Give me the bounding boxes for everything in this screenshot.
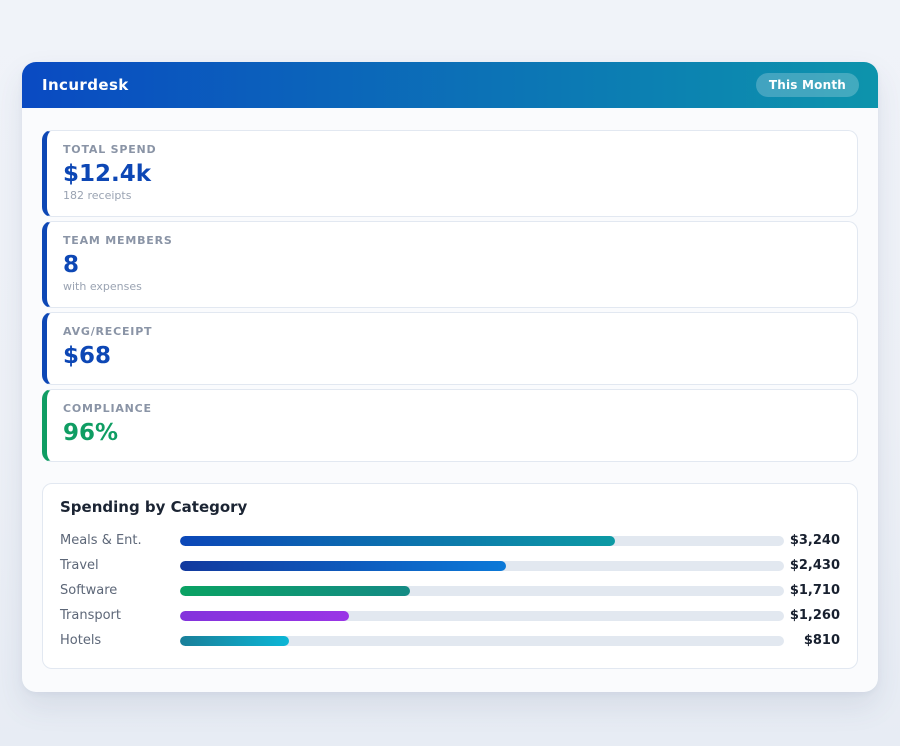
stat-card-total-spend: TOTAL SPEND $12.4k 182 receipts	[42, 130, 858, 217]
stat-label: TEAM MEMBERS	[63, 234, 841, 248]
bar-fill	[180, 636, 289, 646]
bar-value: $1,260	[784, 608, 840, 623]
bar-row-meals: Meals & Ent. $3,240	[60, 528, 840, 553]
dashboard-body: TOTAL SPEND $12.4k 182 receipts TEAM MEM…	[22, 108, 878, 692]
app-title: Incurdesk	[42, 76, 129, 94]
bar-track	[180, 586, 784, 596]
bar-fill	[180, 611, 349, 621]
bar-row-travel: Travel $2,430	[60, 553, 840, 578]
spending-by-category-card: Spending by Category Meals & Ent. $3,240…	[42, 483, 858, 669]
stat-card-compliance: COMPLIANCE 96%	[42, 389, 858, 462]
bar-value: $3,240	[784, 533, 840, 548]
stat-label: AVG/RECEIPT	[63, 325, 841, 339]
category-label: Transport	[60, 608, 180, 623]
stat-value: $68	[63, 342, 841, 370]
bar-value: $2,430	[784, 558, 840, 573]
category-label: Hotels	[60, 633, 180, 648]
bar-value: $810	[784, 633, 840, 648]
bar-track	[180, 561, 784, 571]
stat-card-team-members: TEAM MEMBERS 8 with expenses	[42, 221, 858, 308]
stat-label: TOTAL SPEND	[63, 143, 841, 157]
stat-subtext: with expenses	[63, 280, 841, 294]
app-header: Incurdesk This Month	[22, 62, 878, 108]
bar-fill	[180, 586, 410, 596]
bar-value: $1,710	[784, 583, 840, 598]
period-badge[interactable]: This Month	[756, 73, 859, 97]
category-label: Meals & Ent.	[60, 533, 180, 548]
stat-subtext: 182 receipts	[63, 189, 841, 203]
bar-fill	[180, 536, 615, 546]
chart-title: Spending by Category	[60, 497, 840, 517]
stat-label: COMPLIANCE	[63, 402, 841, 416]
category-label: Software	[60, 583, 180, 598]
bar-fill	[180, 561, 506, 571]
category-label: Travel	[60, 558, 180, 573]
page-background: Incurdesk This Month TOTAL SPEND $12.4k …	[0, 0, 900, 746]
bar-row-transport: Transport $1,260	[60, 603, 840, 628]
stat-value: 8	[63, 251, 841, 279]
bar-track	[180, 536, 784, 546]
bar-row-hotels: Hotels $810	[60, 628, 840, 653]
stat-card-avg-receipt: AVG/RECEIPT $68	[42, 312, 858, 385]
bar-track	[180, 611, 784, 621]
stat-value: 96%	[63, 419, 841, 447]
stat-value: $12.4k	[63, 160, 841, 188]
dashboard-card: Incurdesk This Month TOTAL SPEND $12.4k …	[22, 62, 878, 692]
bar-track	[180, 636, 784, 646]
bar-row-software: Software $1,710	[60, 578, 840, 603]
